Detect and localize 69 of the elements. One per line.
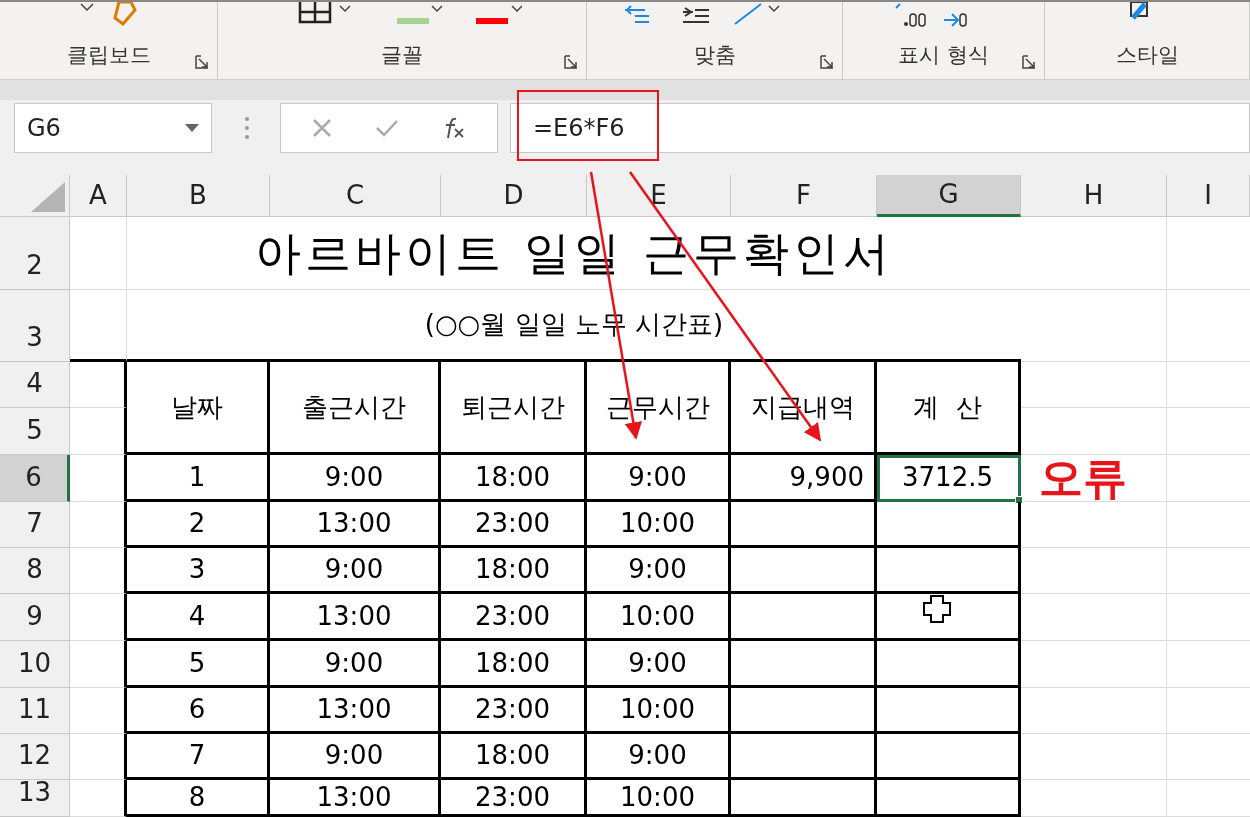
column-header[interactable]: G	[938, 175, 959, 214]
formula-field[interactable]: =E6*F6	[510, 103, 1250, 153]
ribbon-group-label: 스타일	[1115, 41, 1179, 69]
table-cell-text: 18:00	[475, 553, 550, 586]
table-cell-text: 23:00	[475, 693, 550, 726]
cell-value: 3712.5	[902, 460, 993, 494]
table-cell-text: 13:00	[316, 780, 392, 814]
fill-handle[interactable]	[1015, 496, 1023, 504]
ribbon-group-label: 표시 형식	[898, 41, 989, 69]
cross-cursor-icon	[923, 595, 951, 623]
table-cell-text: 18:00	[475, 646, 550, 680]
table-cell-text: 18:00	[475, 460, 550, 494]
dialog-launcher-icon[interactable]	[195, 55, 209, 69]
name-box[interactable]: G6	[14, 103, 212, 153]
table-cell-text: 9,900	[789, 460, 864, 494]
column-header[interactable]: B	[189, 176, 207, 215]
table-cell-text: 7	[188, 739, 206, 772]
table-cell-text: 9:00	[628, 553, 687, 586]
column-header[interactable]: H	[1083, 176, 1104, 215]
table-cell-text: 6	[188, 693, 206, 726]
row-header[interactable]: 3	[26, 318, 43, 357]
table-cell-text: 9:00	[628, 739, 687, 772]
table-cell-text: 23:00	[475, 780, 550, 814]
column-header[interactable]: E	[650, 176, 667, 215]
table-cell-text: 9:00	[324, 739, 384, 772]
table-cell-text: 13:00	[316, 507, 392, 540]
column-header[interactable]: F	[796, 176, 811, 215]
table-cell-text: 10:00	[620, 507, 695, 540]
table-cell-text: 10:00	[620, 693, 695, 726]
table-cell-text: 9:00	[324, 553, 384, 586]
row-header[interactable]: 13	[17, 773, 52, 812]
table-header: 날짜	[171, 390, 223, 424]
ribbon-group-label: 글꼴	[381, 41, 423, 69]
column-header[interactable]: I	[1204, 176, 1212, 215]
table-cell-text: 9:00	[324, 460, 384, 494]
dropdown-caret-icon	[185, 124, 199, 132]
grip-dots-icon	[244, 116, 250, 140]
ribbon-group-label: 클립보드	[66, 41, 151, 69]
column-header[interactable]: D	[503, 176, 524, 215]
table-cell-text: 5	[188, 646, 206, 680]
table-cell-text: 4	[188, 599, 206, 633]
table-header: 퇴근시간	[460, 390, 565, 424]
table-cell-text: 3	[188, 553, 206, 586]
table-cell-text: 10:00	[620, 599, 695, 633]
column-header[interactable]: C	[345, 176, 365, 215]
empty-cell	[70, 290, 127, 362]
table-cell-text: 18:00	[475, 739, 550, 772]
formula-text: =E6*F6	[532, 113, 626, 144]
table-header: 출근시간	[302, 390, 406, 424]
table-cell-text: 23:00	[475, 599, 550, 633]
table-cell-text: 9:00	[628, 646, 687, 680]
table-cell-text: 23:00	[475, 507, 550, 540]
table-cell-text: 2	[188, 507, 206, 540]
table-cell-text: 10:00	[620, 780, 695, 814]
ribbon-group-label: 맞춤	[693, 41, 736, 69]
dialog-launcher-icon[interactable]	[564, 55, 578, 69]
format-painter-icon[interactable]	[78, 2, 139, 26]
dialog-launcher-icon[interactable]	[1022, 55, 1036, 69]
dialog-launcher-icon[interactable]	[820, 55, 834, 69]
table-cell-text: 9:00	[324, 646, 384, 680]
table-cell-text: 13:00	[316, 693, 392, 726]
row-header[interactable]: 2	[26, 246, 43, 285]
checkmark-icon[interactable]	[375, 118, 399, 138]
table-cell-text: 1	[188, 460, 206, 494]
table-cell-text: 8	[188, 780, 206, 814]
table-header: 계 산	[913, 390, 982, 424]
table-cell-text: 13:00	[316, 599, 392, 633]
error-label: 오류	[1039, 456, 1127, 500]
table-cell-text: 9:00	[628, 460, 687, 494]
